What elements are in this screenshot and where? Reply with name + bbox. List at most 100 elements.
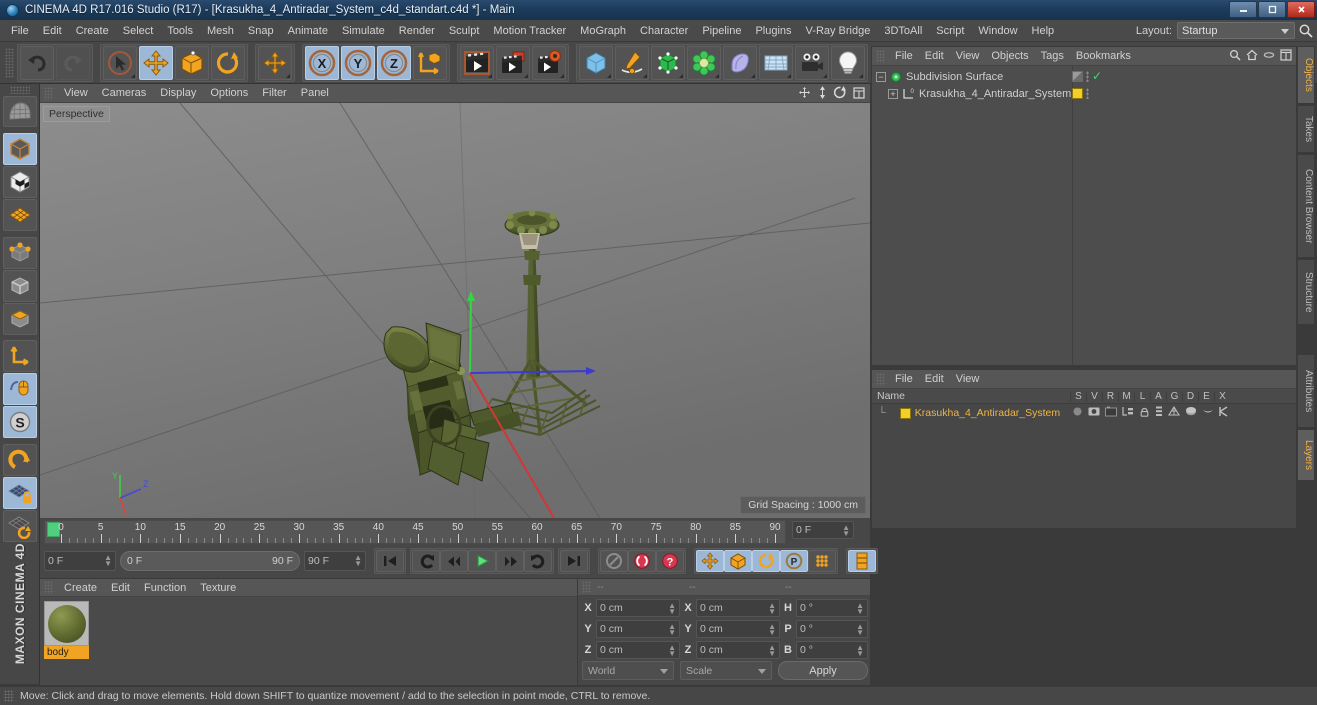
coordinates-grip[interactable] xyxy=(582,581,591,593)
viewport-menu-cameras[interactable]: Cameras xyxy=(95,86,154,100)
material-menu-edit[interactable]: Edit xyxy=(104,581,137,595)
menu-character[interactable]: Character xyxy=(633,23,695,39)
menu-vray-bridge[interactable]: V-Ray Bridge xyxy=(799,23,878,39)
coord-rot-h-field[interactable]: 0 ° ▲ ▼ xyxy=(796,599,868,617)
model-mode-button[interactable] xyxy=(2,133,37,166)
material-menu-function[interactable]: Function xyxy=(137,581,193,595)
object-menu-file[interactable]: File xyxy=(889,49,919,63)
object-manager-grip[interactable] xyxy=(876,49,885,63)
side-tab-content-browser[interactable]: Content Browser xyxy=(1297,154,1315,258)
layer-generator-icon[interactable] xyxy=(1168,405,1180,420)
layer-row[interactable]: └ Krasukha_4_Antiradar_System xyxy=(872,405,1296,421)
render-view-button[interactable] xyxy=(460,45,494,80)
play-reverse-loop-button[interactable] xyxy=(412,550,440,572)
spinner-icon[interactable]: ▲ ▼ xyxy=(768,644,776,658)
texture-mode-button[interactable] xyxy=(2,166,37,199)
menu-simulate[interactable]: Simulate xyxy=(335,23,392,39)
close-button[interactable] xyxy=(1287,1,1315,18)
layer-menu-view[interactable]: View xyxy=(950,372,986,386)
timeline-end-field[interactable]: 90 F ▲ ▼ xyxy=(304,551,366,571)
menu-mesh[interactable]: Mesh xyxy=(200,23,241,39)
viewport-menu-view[interactable]: View xyxy=(57,86,95,100)
viewport-canvas[interactable]: Y Z X Perspective Grid Spacing : 1000 cm xyxy=(40,103,870,518)
object-menu-bookmarks[interactable]: Bookmarks xyxy=(1070,49,1137,63)
spinner-icon[interactable]: ▲ ▼ xyxy=(104,554,112,568)
layer-deformer-icon[interactable] xyxy=(1185,406,1197,420)
layer-menu-file[interactable]: File xyxy=(889,372,919,386)
menu-select[interactable]: Select xyxy=(116,23,161,39)
autokeying-button[interactable]: ? xyxy=(656,550,684,572)
go-to-end-button[interactable] xyxy=(560,550,588,572)
step-back-button[interactable] xyxy=(440,550,468,572)
layer-visible-icon[interactable] xyxy=(1088,406,1100,420)
rotate-icon[interactable] xyxy=(833,86,847,102)
key-rotation-button[interactable] xyxy=(752,550,780,572)
add-cube-button[interactable] xyxy=(579,45,613,80)
record-active-objects-button[interactable] xyxy=(628,550,656,572)
material-manager-body[interactable]: body xyxy=(40,597,577,685)
menu-render[interactable]: Render xyxy=(392,23,442,39)
workplane-rotate-button[interactable] xyxy=(2,510,37,543)
spinner-icon[interactable]: ▲ ▼ xyxy=(668,644,676,658)
polygon-mode-button[interactable] xyxy=(2,302,37,335)
point-mode-button[interactable] xyxy=(2,236,37,269)
make-editable-button[interactable] xyxy=(2,95,37,128)
coordinate-system-select[interactable]: World xyxy=(582,661,674,680)
coord-size-x-field[interactable]: 0 cm ▲ ▼ xyxy=(696,599,780,617)
snap-toggle-button[interactable] xyxy=(2,444,37,477)
coord-pos-y-field[interactable]: 0 cm ▲ ▼ xyxy=(596,620,680,638)
menu-plugins[interactable]: Plugins xyxy=(748,23,798,39)
play-forward-button[interactable] xyxy=(468,550,496,572)
layer-lock-icon[interactable] xyxy=(1139,406,1150,420)
animation-layers-button[interactable] xyxy=(848,550,876,572)
status-bar-grip[interactable] xyxy=(4,690,14,702)
object-manager-body[interactable]: − Subdivision Surface ✓ + 0 Krasukha_4_A… xyxy=(872,66,1296,365)
add-spline-button[interactable] xyxy=(615,45,649,80)
spinner-icon[interactable]: ▲ ▼ xyxy=(354,554,362,568)
coord-size-z-field[interactable]: 0 cm ▲ ▼ xyxy=(696,641,780,659)
material-item[interactable]: body xyxy=(44,601,89,659)
side-tab-layers[interactable]: Layers xyxy=(1297,429,1315,481)
key-param-button[interactable]: P xyxy=(780,550,808,572)
timeline-start-field[interactable]: 0 F ▲ ▼ xyxy=(44,551,116,571)
add-light-button[interactable] xyxy=(831,45,865,80)
add-floor-button[interactable] xyxy=(759,45,793,80)
apply-button[interactable]: Apply xyxy=(778,661,868,680)
redo-button[interactable] xyxy=(56,45,90,80)
maximize-viewport-icon[interactable] xyxy=(853,86,865,102)
expander-icon[interactable]: + xyxy=(888,88,898,99)
spinner-icon[interactable]: ▲ ▼ xyxy=(768,623,776,637)
layout-select[interactable]: Startup xyxy=(1177,22,1295,39)
menu-script[interactable]: Script xyxy=(929,23,971,39)
material-menu-create[interactable]: Create xyxy=(57,581,104,595)
viewport-menu-filter[interactable]: Filter xyxy=(255,86,293,100)
add-environment-button[interactable] xyxy=(723,45,757,80)
menu-window[interactable]: Window xyxy=(971,23,1024,39)
spinner-icon[interactable]: ▲ ▼ xyxy=(856,602,864,616)
object-menu-objects[interactable]: Objects xyxy=(985,49,1034,63)
axis-lock-z-button[interactable]: Z xyxy=(377,45,411,80)
menu-animate[interactable]: Animate xyxy=(281,23,335,39)
zoom-icon[interactable] xyxy=(817,86,828,102)
layer-solo-icon[interactable] xyxy=(1072,406,1083,420)
layer-animation-icon[interactable] xyxy=(1155,406,1163,420)
menu-snap[interactable]: Snap xyxy=(241,23,281,39)
viewport-menu-options[interactable]: Options xyxy=(203,86,255,100)
key-position-button[interactable] xyxy=(696,550,724,572)
axis-modify-button[interactable] xyxy=(2,340,37,373)
minimize-button[interactable] xyxy=(1229,1,1257,18)
loop-playback-button[interactable] xyxy=(524,550,552,572)
move-tool-button[interactable] xyxy=(139,45,173,80)
current-frame-field[interactable]: 0 F ▲ ▼ xyxy=(792,521,854,539)
visibility-check-icon[interactable]: ✓ xyxy=(1092,70,1102,82)
layer-menu-edit[interactable]: Edit xyxy=(919,372,950,386)
material-manager-grip[interactable] xyxy=(44,581,53,594)
go-to-start-button[interactable] xyxy=(376,550,404,572)
layer-manager-icon[interactable] xyxy=(1122,406,1134,420)
maximize-button[interactable] xyxy=(1258,1,1286,18)
layer-expression-icon[interactable] xyxy=(1202,406,1214,420)
minus-icon[interactable] xyxy=(1263,49,1275,64)
menu-help[interactable]: Help xyxy=(1025,23,1062,39)
object-row-krasukha[interactable]: + 0 Krasukha_4_Antiradar_System xyxy=(872,85,1296,102)
side-tab-takes[interactable]: Takes xyxy=(1297,105,1315,153)
